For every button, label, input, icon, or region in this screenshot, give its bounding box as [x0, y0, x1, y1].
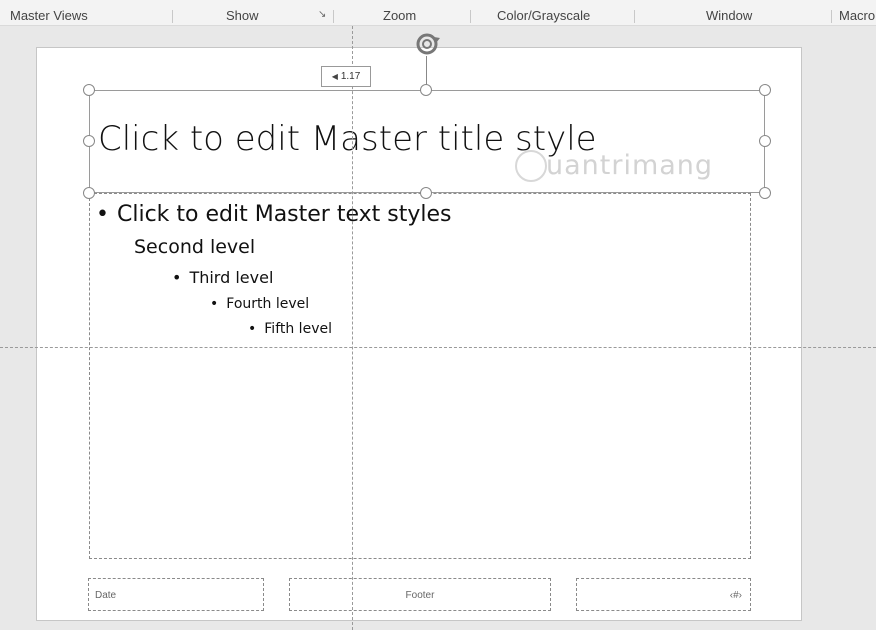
bullet-icon: • — [96, 202, 109, 227]
text-level-5[interactable]: • Fifth level — [248, 321, 332, 337]
resize-handle-bottom-left[interactable] — [83, 187, 95, 199]
ribbon-divider — [333, 10, 334, 23]
show-dialog-launcher-icon[interactable]: ↘ — [318, 9, 326, 20]
resize-handle-right[interactable] — [759, 135, 771, 147]
body-text-placeholder[interactable]: • Click to edit Master text styles Second… — [89, 193, 751, 559]
resize-handle-left[interactable] — [83, 135, 95, 147]
text-level-4[interactable]: • Fourth level — [210, 296, 309, 312]
ribbon-group-master-views: Master Views — [10, 8, 88, 23]
rotate-handle-icon[interactable] — [412, 30, 442, 58]
bullet-icon: • — [248, 321, 257, 337]
ribbon-group-labels: Master Views Show ↘ Zoom Color/Grayscale… — [0, 0, 876, 26]
ribbon-divider — [470, 10, 471, 23]
ribbon-group-color-grayscale: Color/Grayscale — [497, 8, 591, 23]
ribbon-divider — [172, 10, 173, 23]
ribbon-group-macros: Macro — [839, 8, 876, 23]
horizontal-guide[interactable] — [0, 347, 876, 348]
guide-position-value: 1.17 — [340, 71, 361, 82]
resize-handle-top-right[interactable] — [759, 84, 771, 96]
ribbon-group-zoom: Zoom — [383, 8, 417, 23]
text-level-3[interactable]: • Third level — [172, 268, 273, 287]
text-level-1[interactable]: • Click to edit Master text styles — [96, 202, 451, 227]
resize-handle-top-left[interactable] — [83, 84, 95, 96]
ribbon-divider — [634, 10, 635, 23]
watermark-text: uantrimang — [546, 150, 714, 181]
ribbon-divider — [831, 10, 832, 23]
vertical-guide[interactable] — [352, 26, 353, 630]
bullet-icon: • — [210, 296, 219, 312]
bullet-icon: • — [172, 268, 182, 287]
caret-left-icon: ◀ — [331, 72, 338, 81]
guide-position-tooltip: ◀ 1.17 — [321, 66, 371, 87]
resize-handle-top[interactable] — [420, 84, 432, 96]
ribbon-group-show: Show — [226, 8, 259, 23]
ribbon-group-window: Window — [706, 8, 753, 23]
slide-number-placeholder[interactable]: ‹#› — [576, 578, 751, 611]
date-placeholder[interactable]: Date — [88, 578, 264, 611]
footer-placeholder[interactable]: Footer — [289, 578, 551, 611]
resize-handle-bottom[interactable] — [420, 187, 432, 199]
resize-handle-bottom-right[interactable] — [759, 187, 771, 199]
text-level-2[interactable]: Second level — [134, 236, 255, 258]
